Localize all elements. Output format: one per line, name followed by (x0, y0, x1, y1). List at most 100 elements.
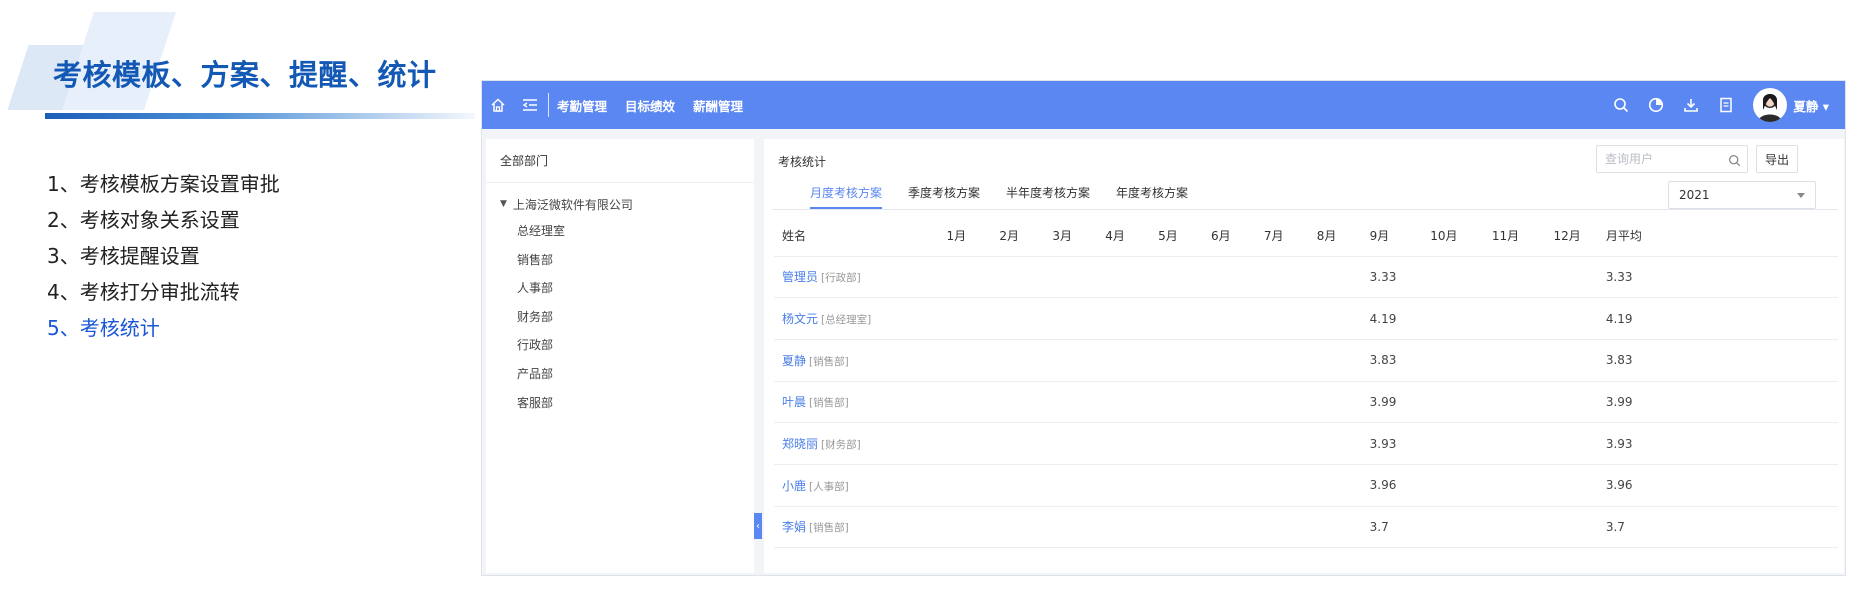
department-item[interactable]: 客服部 (486, 389, 754, 418)
tree-root-company[interactable]: ▼ 上海泛微软件有限公司 (486, 183, 754, 217)
plan-tab[interactable]: 年度考核方案 (1116, 181, 1188, 211)
plan-tab[interactable]: 季度考核方案 (908, 181, 980, 211)
employee-cell: 李娟 [销售部] (774, 506, 947, 549)
table-row: 郑晓丽 [财务部] 3.93 3.93 (774, 422, 1838, 465)
month-score-cell (999, 506, 1053, 549)
month-score-cell (1316, 422, 1370, 465)
month-score-cell (1553, 422, 1606, 465)
department-item[interactable]: 财务部 (486, 303, 754, 332)
month-score-cell: 3.96 (1369, 464, 1431, 507)
month-score-cell (1316, 381, 1370, 424)
export-button[interactable]: 导出 (1756, 145, 1798, 173)
employee-name-link[interactable]: 李娟 (782, 520, 806, 534)
nav-attendance[interactable]: 考勤管理 (557, 96, 607, 115)
employee-name-link[interactable]: 杨文元 (782, 312, 818, 326)
nav-salary[interactable]: 薪酬管理 (693, 96, 743, 115)
month-score-cell: 3.7 (1369, 506, 1431, 549)
month-score-cell (1210, 464, 1264, 507)
feature-list-item: 2、考核对象关系设置 (47, 208, 240, 232)
all-departments-header[interactable]: 全部部门 (486, 139, 754, 183)
column-header: 9月 (1369, 216, 1431, 257)
month-score-cell (1263, 256, 1317, 299)
employee-cell: 叶晨 [销售部] (774, 381, 947, 424)
month-score-cell (1491, 256, 1554, 299)
month-score-cell (1430, 297, 1492, 340)
employee-cell: 杨文元 [总经理室] (774, 297, 947, 340)
menu-toggle-icon[interactable] (514, 81, 546, 129)
nav-performance[interactable]: 目标绩效 (625, 96, 675, 115)
avatar[interactable] (1753, 88, 1788, 122)
column-header: 6月 (1210, 216, 1264, 257)
user-search-input[interactable] (1605, 152, 1723, 166)
table-row: 夏静 [销售部] 3.83 3.83 (774, 339, 1838, 382)
home-icon[interactable] (482, 81, 514, 129)
month-score-cell (1263, 506, 1317, 549)
month-score-cell (1210, 422, 1264, 465)
search-icon[interactable] (1603, 81, 1638, 129)
plan-tab[interactable]: 半年度考核方案 (1006, 181, 1090, 211)
month-score-cell (1430, 339, 1492, 382)
column-header: 姓名 (774, 216, 947, 257)
collapse-sidebar-button[interactable]: ‹ (754, 513, 762, 539)
table-row: 叶晨 [销售部] 3.99 3.99 (774, 381, 1838, 424)
employee-name-link[interactable]: 小鹿 (782, 479, 806, 493)
plan-tab[interactable]: 月度考核方案 (810, 181, 883, 211)
month-score-cell: 3.99 (1369, 381, 1431, 424)
average-score-cell: 4.19 (1605, 297, 1838, 340)
month-score-cell (1210, 381, 1264, 424)
department-item[interactable]: 总经理室 (486, 217, 754, 246)
month-score-cell (1491, 422, 1554, 465)
column-header: 10月 (1430, 216, 1492, 257)
feature-list: 1、考核模板方案设置审批 2、考核对象关系设置 3、考核提醒设置 4、考核打分审批流转… (47, 166, 280, 346)
month-score-cell (1491, 506, 1554, 549)
document-icon[interactable] (1708, 81, 1743, 129)
user-name-dropdown[interactable]: 夏静 ▾ (1793, 96, 1829, 115)
month-score-cell (1052, 339, 1106, 382)
month-score-cell (1105, 297, 1159, 340)
download-icon[interactable] (1673, 81, 1708, 129)
chevron-down-icon (1797, 193, 1805, 198)
average-score-cell: 3.93 (1605, 422, 1838, 465)
month-score-cell (999, 256, 1053, 299)
employee-name-link[interactable]: 管理员 (782, 270, 818, 284)
chart-pie-icon[interactable] (1638, 81, 1673, 129)
stats-table: 姓名 1月 2月 3月 4月 5月 6月 7月 8月 9月 10月 11月 12月 月平均 管理员 [行政部… (774, 216, 1838, 549)
employee-name-link[interactable]: 叶晨 (782, 395, 806, 409)
department-item[interactable]: 行政部 (486, 331, 754, 360)
employee-cell: 小鹿 [人事部] (774, 464, 947, 507)
department-item[interactable]: 人事部 (486, 274, 754, 303)
column-header: 5月 (1158, 216, 1211, 257)
feature-list-item: 4、考核打分审批流转 (47, 280, 240, 304)
employee-name-link[interactable]: 郑晓丽 (782, 437, 818, 451)
month-score-cell (999, 464, 1053, 507)
year-select[interactable]: 2021 (1668, 181, 1816, 209)
company-label: 上海泛微软件有限公司 (512, 197, 633, 212)
average-score-cell: 3.96 (1605, 464, 1838, 507)
table-row: 管理员 [行政部] 3.33 3.33 (774, 256, 1838, 299)
month-score-cell (1105, 339, 1159, 382)
department-item[interactable]: 销售部 (486, 246, 754, 275)
average-score-cell: 3.33 (1605, 256, 1838, 299)
department-item[interactable]: 产品部 (486, 360, 754, 389)
month-score-cell (1553, 381, 1606, 424)
month-score-cell (999, 422, 1053, 465)
caret-down-icon[interactable]: ▼ (500, 199, 507, 209)
feature-list-item: 3、考核提醒设置 (47, 244, 200, 268)
employee-department: [财务部] (821, 439, 861, 452)
month-score-cell (1052, 506, 1106, 549)
search-icon[interactable] (1728, 152, 1741, 171)
month-score-cell: 3.83 (1369, 339, 1431, 382)
employee-name-link[interactable]: 夏静 (782, 354, 806, 368)
month-score-cell (1210, 297, 1264, 340)
table-row: 杨文元 [总经理室] 4.19 4.19 (774, 297, 1838, 340)
month-score-cell (1430, 256, 1492, 299)
slide-title: 考核模板、方案、提醒、统计 (53, 58, 437, 92)
employee-department: [销售部] (809, 522, 849, 535)
month-score-cell (1491, 297, 1554, 340)
user-search-box[interactable] (1596, 145, 1748, 173)
column-header: 2月 (999, 216, 1053, 257)
month-score-cell (1052, 422, 1106, 465)
month-score-cell (1491, 464, 1554, 507)
month-score-cell (1052, 256, 1106, 299)
month-score-cell (1430, 506, 1492, 549)
